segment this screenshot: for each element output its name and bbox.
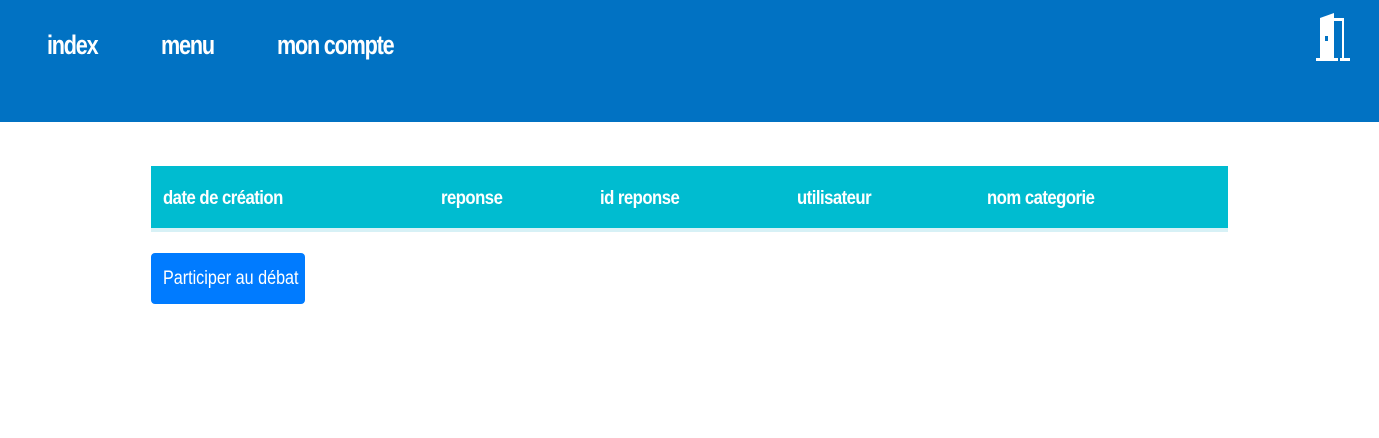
column-header-utilisateur: utilisateur <box>797 188 872 209</box>
nav-link-menu[interactable]: menu <box>161 28 215 62</box>
nav-link-index[interactable]: index <box>47 28 99 62</box>
top-navbar: index menu mon compte <box>0 0 1379 122</box>
nav-link-mon-compte[interactable]: mon compte <box>277 28 395 62</box>
column-header-id-reponse: id reponse <box>600 188 680 209</box>
column-header-date-creation: date de création <box>163 188 283 209</box>
table-header: date de création reponse id reponse util… <box>151 166 1228 232</box>
responses-table: date de création reponse id reponse util… <box>151 166 1228 232</box>
door-exit-icon <box>1316 13 1350 61</box>
logout-button[interactable] <box>1312 12 1358 64</box>
column-header-reponse: reponse <box>441 188 503 209</box>
column-header-nom-categorie: nom categorie <box>987 188 1095 209</box>
participate-button-label: Participer au débat <box>162 267 299 289</box>
participate-button[interactable]: Participer au débat <box>151 253 305 304</box>
